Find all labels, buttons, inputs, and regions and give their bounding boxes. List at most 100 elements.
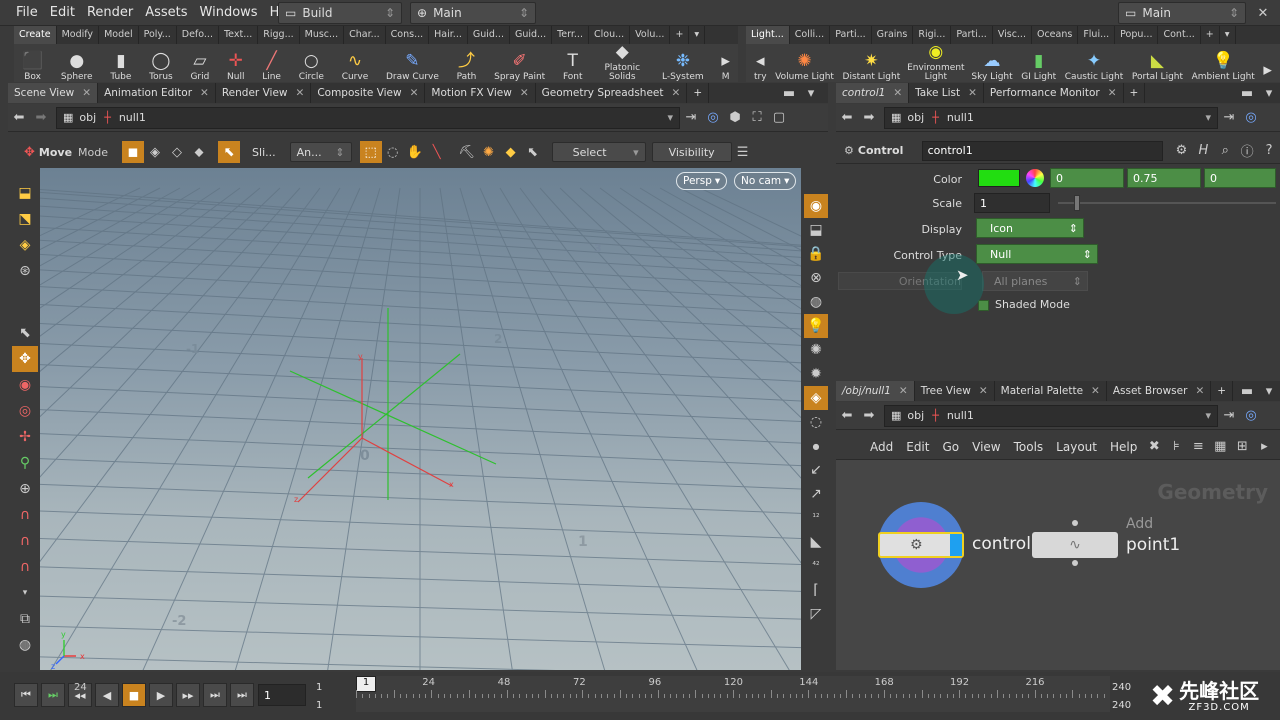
forward-icon[interactable]: ➡: [858, 107, 880, 129]
tab-geometry-spreadsheet[interactable]: Geometry Spreadsheet ✕: [536, 83, 688, 103]
pin-icon[interactable]: ⇥: [1218, 405, 1240, 427]
shelf-tab[interactable]: Parti...: [830, 26, 872, 44]
shelf-tab[interactable]: Colli...: [790, 26, 831, 44]
pin-icon[interactable]: ⇥: [1218, 107, 1240, 129]
guide-icon[interactable]: ◌: [804, 410, 828, 434]
torus-tool[interactable]: ◯ Torus: [149, 44, 173, 82]
add-shelf-icon[interactable]: +: [670, 26, 690, 44]
point-display-icon[interactable]: ●: [804, 434, 828, 458]
prim-display-icon[interactable]: ◣: [804, 530, 828, 554]
shelf-tab[interactable]: Hair...: [429, 26, 468, 44]
line-tool[interactable]: ╱ Line: [262, 44, 281, 82]
tube-tool[interactable]: ▮ Tube: [110, 44, 131, 82]
layer-tool-icon[interactable]: ⧉: [12, 606, 38, 632]
shelf-tab[interactable]: Parti...: [951, 26, 993, 44]
close-icon[interactable]: ✕: [1195, 385, 1204, 397]
network-menu-tools[interactable]: Tools: [1014, 440, 1044, 454]
view-tool-icon[interactable]: ⊕: [12, 476, 38, 502]
volume-light-tool[interactable]: ✺ Volume Light: [775, 44, 834, 82]
parm-path-field[interactable]: ▦ obj ┼ null1 ▾: [884, 106, 1218, 129]
maximize-icon[interactable]: ▬: [778, 82, 800, 104]
maximize-icon[interactable]: ▬: [1236, 380, 1258, 402]
jump-start-icon[interactable]: ⏮: [14, 683, 38, 707]
tab-obj-null1[interactable]: /obj/null1 ✕: [836, 381, 915, 401]
close-icon[interactable]: ✕: [410, 87, 419, 99]
lock-icon[interactable]: 🔒: [804, 242, 828, 266]
help-h-icon[interactable]: H: [1192, 140, 1214, 162]
path-tool[interactable]: ⤴ Path: [457, 44, 477, 82]
caustic-light-tool[interactable]: ✦ Caustic Light: [1065, 44, 1124, 82]
chevron-down-icon[interactable]: ▾: [667, 111, 673, 124]
pane-menu-icon[interactable]: ▾: [1258, 82, 1280, 104]
rotate-handle-icon[interactable]: ◈: [12, 232, 38, 258]
left-path-field[interactable]: ▦ obj ┼ null1 ▾: [56, 106, 680, 129]
move-handle-icon[interactable]: ✥: [12, 346, 38, 372]
link-icon[interactable]: ◎: [1240, 107, 1262, 129]
box-select-icon[interactable]: ⬚: [359, 141, 382, 163]
tab-animation-editor[interactable]: Animation Editor ✕: [98, 83, 216, 103]
scale-slider-handle[interactable]: [1074, 195, 1080, 211]
cube-view-icon[interactable]: ⬢: [724, 107, 746, 129]
path-node[interactable]: null1: [947, 111, 974, 124]
control-node[interactable]: ⚙: [878, 532, 964, 558]
network-menu-layout[interactable]: Layout: [1056, 440, 1097, 454]
shelf-tab[interactable]: Musc...: [300, 26, 345, 44]
list-view-icon[interactable]: ≡: [1187, 436, 1209, 458]
an-dropdown[interactable]: An... ⇕: [289, 142, 352, 162]
shelf-tab[interactable]: Oceans: [1032, 26, 1079, 44]
grid-view-icon[interactable]: ▦: [1209, 436, 1231, 458]
close-icon[interactable]: ✕: [979, 385, 988, 397]
step-start-icon[interactable]: ⏭: [41, 683, 65, 707]
points-mode-icon[interactable]: ◈: [144, 141, 166, 163]
eye-icon[interactable]: ◉: [804, 194, 828, 218]
network-editor[interactable]: Geometry ⚙ control ∿ Add point1: [836, 460, 1280, 670]
shelf-tab[interactable]: Char...: [344, 26, 386, 44]
forward-icon[interactable]: ➡: [858, 405, 880, 427]
play-icon[interactable]: ▶: [149, 683, 173, 707]
add-shelf-icon[interactable]: +: [1201, 26, 1220, 44]
scroll-right-icon[interactable]: ▸: [1253, 436, 1275, 458]
circle-tool[interactable]: ○ Circle: [299, 44, 324, 82]
tab-asset-browser[interactable]: Asset Browser ✕: [1107, 381, 1212, 401]
network-menu-view[interactable]: View: [972, 440, 1000, 454]
stop-icon[interactable]: ■: [122, 683, 146, 707]
persp-menu[interactable]: Persp ▾: [676, 172, 728, 190]
rotate-tool-icon[interactable]: ◉: [12, 372, 38, 398]
path-root[interactable]: obj: [79, 111, 96, 124]
tile-view-icon[interactable]: ⊞: [1231, 436, 1253, 458]
current-frame-field[interactable]: 1: [258, 684, 306, 706]
close-icon[interactable]: ✕: [968, 87, 977, 99]
tree-icon[interactable]: ⊧: [1165, 436, 1187, 458]
tab-composite-view[interactable]: Composite View ✕: [311, 83, 426, 103]
close-icon[interactable]: ✕: [672, 87, 681, 99]
output-connector[interactable]: [1072, 560, 1078, 566]
curve-tool[interactable]: ∿ Curve: [342, 44, 369, 82]
scale-handle-icon[interactable]: ⬔: [12, 206, 38, 232]
add-tab-icon[interactable]: +: [1211, 381, 1234, 401]
back-icon[interactable]: ⬅: [8, 107, 30, 129]
ghost-icon[interactable]: ⊗: [804, 266, 828, 290]
wrench-icon[interactable]: ✖: [1143, 436, 1165, 458]
close-icon[interactable]: ✕: [893, 87, 902, 99]
shelf-tab[interactable]: Popu...: [1115, 26, 1159, 44]
font-tool[interactable]: T Font: [563, 44, 583, 82]
pin-icon[interactable]: ⇥: [680, 107, 702, 129]
shelf-tab[interactable]: Rigg...: [258, 26, 300, 44]
shelf-tab[interactable]: Modify: [57, 26, 100, 44]
chevron-down-icon[interactable]: ▾: [1205, 111, 1211, 124]
select-tool-icon[interactable]: ⬉: [12, 320, 38, 346]
shelf-tab[interactable]: Poly...: [139, 26, 177, 44]
null-tool[interactable]: ✛ Null: [227, 44, 244, 82]
network-menu-go[interactable]: Go: [942, 440, 959, 454]
end-frame[interactable]: 240: [1112, 682, 1131, 693]
pane-menu-icon[interactable]: ▾: [1258, 380, 1280, 402]
shelf-tab[interactable]: Guid...: [510, 26, 553, 44]
display-flag[interactable]: [950, 534, 962, 556]
scale-slider-track[interactable]: [1058, 202, 1276, 204]
tab-scene-view[interactable]: Scene View ✕: [8, 83, 99, 103]
shelf-tab[interactable]: Guid...: [468, 26, 510, 44]
distant-light-tool[interactable]: ✷ Distant Light: [843, 44, 901, 82]
back-icon[interactable]: ⬅: [836, 107, 858, 129]
more-tool[interactable]: ▸ M: [721, 44, 730, 82]
uv-display-icon[interactable]: ◸: [804, 602, 828, 626]
